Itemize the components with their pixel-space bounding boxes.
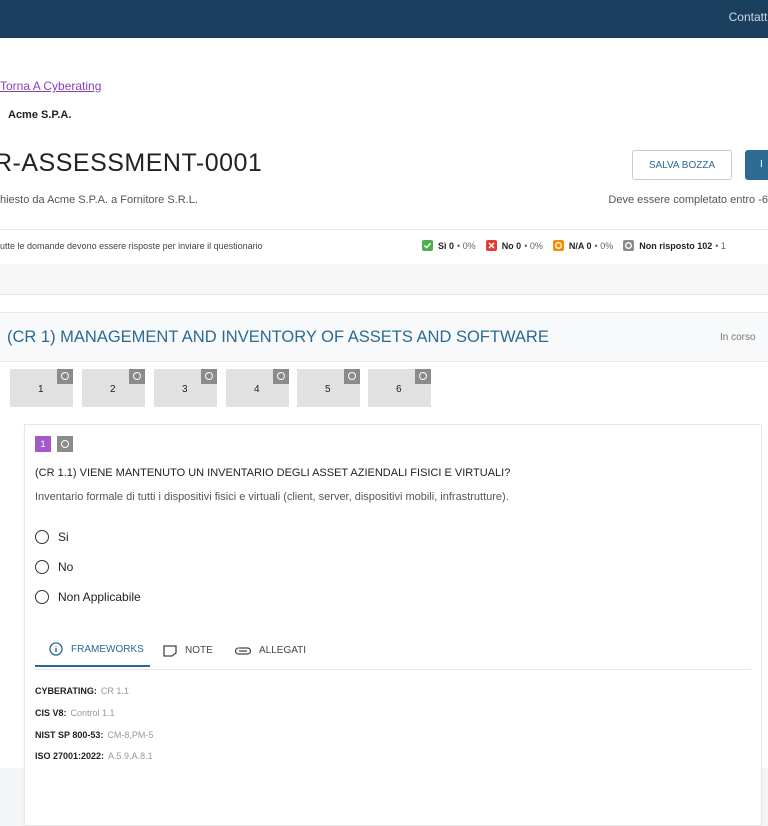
tab-allegati[interactable]: ALLEGATI [235, 633, 306, 668]
attachment-icon [235, 646, 251, 655]
option-non-applicabile[interactable]: Non Applicabile [35, 590, 141, 604]
tab-label: NOTE [185, 645, 213, 656]
back-to-cyberating-link[interactable]: Torna A Cyberating [0, 79, 101, 93]
radio-button[interactable] [35, 530, 49, 544]
status-icon [57, 369, 73, 384]
question-tab-2[interactable]: 2 [82, 369, 145, 407]
question-tab-5[interactable]: 5 [297, 369, 360, 407]
status-icon [415, 369, 431, 384]
cross-icon [485, 240, 497, 251]
contacts-link[interactable]: Contatti [729, 10, 768, 24]
legend-na-label: N/A 0 [568, 240, 592, 251]
question-tab-3[interactable]: 3 [154, 369, 217, 407]
question-tab-6[interactable]: 6 [368, 369, 431, 407]
question-tab-number: 6 [396, 384, 402, 395]
status-bar: utte le domande devono essere risposte p… [0, 229, 768, 265]
requested-by-text: hiesto da Acme S.P.A. a Fornitore S.R.L. [0, 194, 198, 206]
question-description: Inventario formale di tutti i dispositiv… [35, 491, 509, 503]
question-tab-4[interactable]: 4 [226, 369, 289, 407]
framework-row: CIS V8: Control 1.1 [35, 708, 115, 718]
option-si[interactable]: Si [35, 530, 69, 544]
option-label: No [58, 560, 74, 574]
info-icon [49, 642, 63, 656]
question-tab-number: 2 [110, 384, 116, 395]
status-icon [344, 369, 360, 384]
section-title: (CR 1) MANAGEMENT AND INVENTORY OF ASSET… [7, 328, 549, 346]
status-icon [201, 369, 217, 384]
check-icon [422, 240, 433, 251]
question-tab-number: 3 [182, 384, 188, 395]
option-label: Non Applicabile [58, 590, 141, 604]
save-draft-button[interactable]: SALVA BOZZA [632, 150, 732, 180]
completion-note: utte le domande devono essere risposte p… [0, 241, 263, 251]
legend-no-pct: • 0% [524, 240, 543, 251]
spacer-strip [0, 264, 768, 295]
status-icon [273, 369, 289, 384]
tab-label: FRAMEWORKS [71, 643, 144, 655]
na-icon [552, 240, 564, 251]
note-icon [163, 644, 177, 657]
option-no[interactable]: No [35, 560, 73, 574]
radio-button[interactable] [35, 590, 49, 604]
framework-row: NIST SP 800-53: CM-8,PM-5 [35, 730, 153, 740]
main-content: Torna A Cyberating Acme S.P.A. R-ASSESSM… [0, 38, 768, 826]
legend-na-pct: • 0% [594, 240, 614, 251]
framework-key: CYBERATING: [35, 686, 97, 696]
legend-yes-pct: • 0% [457, 240, 476, 251]
framework-value: Control 1.1 [70, 708, 115, 718]
question-tab-number: 1 [38, 384, 44, 395]
framework-key: ISO 27001:2022: [35, 751, 105, 761]
question-tab-1[interactable]: 1 [10, 369, 73, 407]
framework-key: NIST SP 800-53: [35, 730, 104, 740]
framework-row: ISO 27001:2022: A.5.9,A.8.1 [35, 751, 153, 761]
deadline-text: Deve essere completato entro -6 [608, 194, 768, 206]
status-icon [129, 369, 145, 384]
question-title: (CR 1.1) VIENE MANTENUTO UN INVENTARIO D… [35, 467, 511, 479]
framework-key: CIS V8: [35, 708, 67, 718]
tab-label: ALLEGATI [259, 645, 307, 656]
legend-no-label: No 0 [501, 240, 522, 251]
question-number-badge: 1 [35, 436, 51, 452]
answer-legend: Sì 0 • 0% No 0 • 0% N/A 0 • 0% Non rispo… [422, 240, 736, 251]
status-icon [57, 436, 73, 452]
section-status: In corso [720, 332, 756, 343]
tab-note[interactable]: NOTE [163, 633, 213, 668]
legend-unanswered-label: Non risposto 102 [639, 240, 713, 251]
section-header[interactable]: (CR 1) MANAGEMENT AND INVENTORY OF ASSET… [0, 312, 768, 362]
detail-tabs: FRAMEWORKS NOTE ALLEGATI [35, 633, 751, 670]
radio-button[interactable] [35, 560, 49, 574]
top-navigation-bar: Contatti [0, 0, 768, 38]
question-tab-number: 4 [254, 384, 260, 395]
framework-value: CR 1.1 [100, 686, 129, 696]
framework-value: CM-8,PM-5 [107, 730, 154, 740]
framework-row: CYBERATING: CR 1.1 [35, 686, 129, 696]
framework-value: A.5.9,A.8.1 [108, 751, 153, 761]
unanswered-icon [623, 240, 635, 251]
question-card: 1 (CR 1.1) VIENE MANTENUTO UN INVENTARIO… [24, 424, 762, 826]
send-button[interactable]: I [745, 150, 768, 180]
option-label: Si [58, 530, 69, 544]
question-tab-number: 5 [325, 384, 331, 395]
page-title: R-ASSESSMENT-0001 [0, 149, 263, 177]
company-name: Acme S.P.A. [8, 109, 72, 121]
legend-unanswered-pct: • 1 [715, 240, 726, 251]
legend-yes-label: Sì 0 [438, 240, 455, 251]
tab-frameworks[interactable]: FRAMEWORKS [35, 633, 150, 667]
